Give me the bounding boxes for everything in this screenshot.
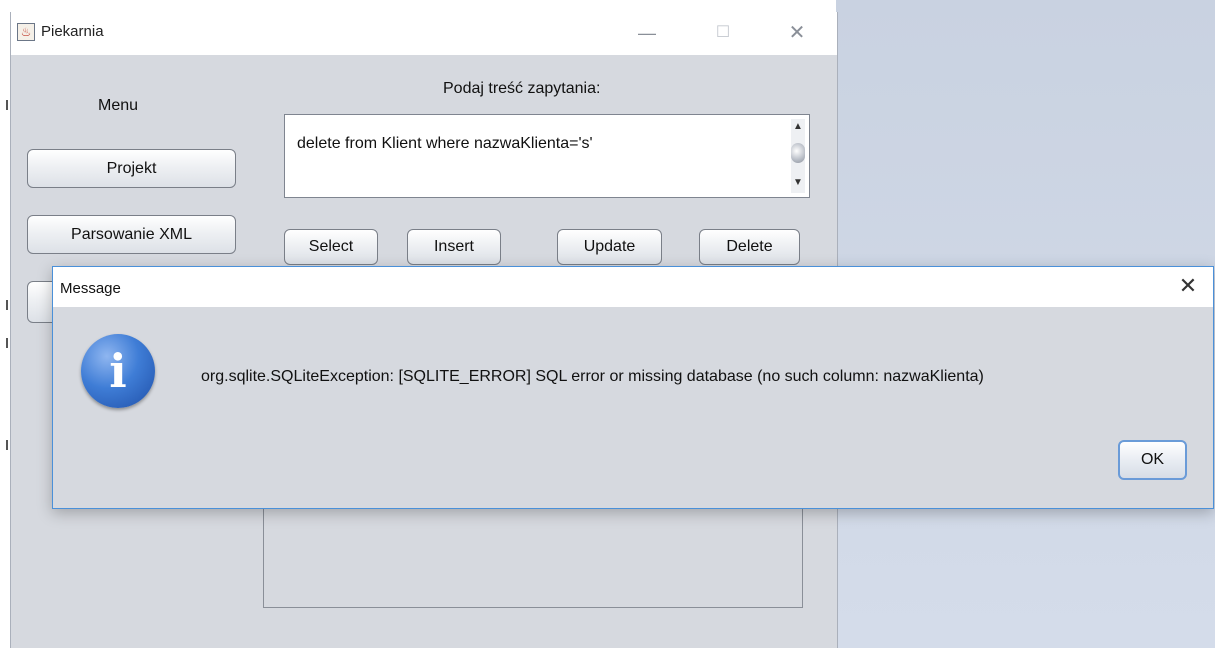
query-text[interactable]: delete from Klient where nazwaKlienta='s… [297,135,593,153]
edge-mark [6,300,8,310]
message-dialog: Message ✕ i org.sqlite.SQLiteException: … [52,266,1214,509]
background-window-edge [0,0,10,648]
minimize-button[interactable]: — [627,18,667,48]
dialog-close-button[interactable]: ✕ [1173,273,1203,299]
result-area[interactable] [263,494,803,608]
window-title: Piekarnia [41,23,104,40]
menu-label: Menu [98,97,139,114]
information-icon: i [81,334,155,408]
java-cup-icon: ♨ [17,23,35,41]
insert-button[interactable]: Insert [407,229,501,265]
main-window-titlebar[interactable]: ♨ Piekarnia — ☐ ✕ [11,12,837,55]
maximize-button[interactable]: ☐ [703,18,743,48]
edge-mark [6,100,8,110]
select-button[interactable]: Select [284,229,378,265]
update-button[interactable]: Update [557,229,662,265]
close-button[interactable]: ✕ [777,18,817,48]
dialog-titlebar[interactable]: Message ✕ [53,267,1213,307]
ok-button[interactable]: OK [1118,440,1187,480]
query-scrollbar[interactable]: ▲ ▼ [791,119,805,193]
scroll-down-icon[interactable]: ▼ [793,177,803,188]
scroll-up-icon[interactable]: ▲ [793,121,803,132]
projekt-button[interactable]: Projekt [27,149,236,188]
parsowanie-xml-button[interactable]: Parsowanie XML [27,215,236,254]
scroll-thumb[interactable] [791,143,805,163]
dialog-message: org.sqlite.SQLiteException: [SQLITE_ERRO… [201,368,984,385]
delete-button[interactable]: Delete [699,229,800,265]
edge-mark [6,440,8,450]
query-label: Podaj treść zapytania: [443,80,601,97]
edge-mark [6,338,8,348]
dialog-title: Message [60,280,121,297]
query-textarea[interactable]: delete from Klient where nazwaKlienta='s… [284,114,810,198]
